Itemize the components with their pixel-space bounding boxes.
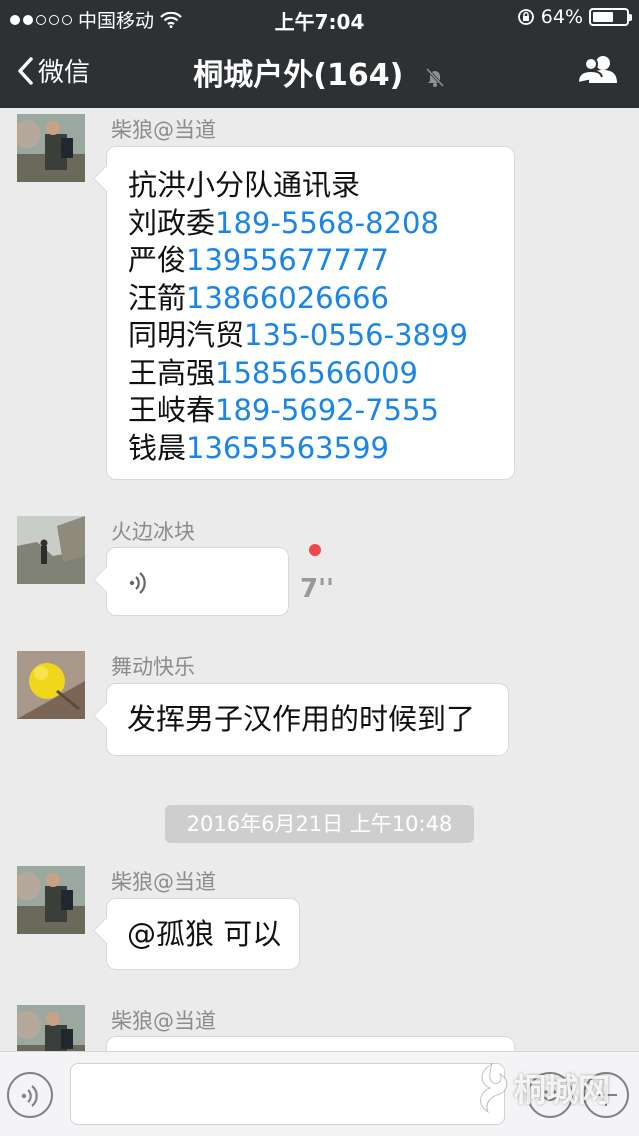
avatar[interactable] (17, 1005, 85, 1051)
sender-name: 柴狼@当道 (111, 870, 216, 894)
contact-line: 抗洪小分队通讯录 (128, 168, 361, 202)
sender-name: 舞动快乐 (111, 655, 195, 679)
watermark-logo-icon (480, 1062, 508, 1114)
message-bubble[interactable] (106, 1036, 515, 1051)
voice-message-bubble[interactable] (106, 547, 289, 616)
rotation-lock-icon (517, 9, 534, 25)
message-input[interactable] (70, 1063, 505, 1125)
message-bubble[interactable]: 发挥男子汉作用的时候到了 (106, 683, 509, 756)
phone-link[interactable]: 135-0556-3899 (244, 318, 468, 352)
contact-list-text: 抗洪小分队通讯录 刘政委189-5568-8208 严俊13955677777 … (107, 147, 514, 467)
avatar-photo (17, 114, 85, 182)
contact-line: 王岐春189-5692-7555 (128, 393, 439, 427)
group-members-button[interactable] (577, 54, 619, 88)
voice-icon (21, 1085, 38, 1107)
contact-line: 王高强15856566009 (128, 355, 418, 390)
avatar[interactable] (17, 866, 85, 934)
sender-name: 柴狼@当道 (111, 118, 216, 142)
phone-link[interactable]: 15856566009 (215, 356, 418, 390)
message-bubble[interactable]: @孤狼 可以 (106, 898, 300, 970)
phone-link[interactable]: 13655563599 (186, 431, 389, 465)
contact-line: 严俊13955677777 (128, 243, 389, 277)
phone-link[interactable]: 13866026666 (186, 281, 389, 315)
voice-wave-icon (129, 572, 146, 594)
voice-duration: 7'' (300, 574, 335, 604)
mute-bell-icon (425, 67, 444, 87)
chat-title: 桐城户外(164) (0, 50, 639, 94)
chat-area[interactable]: 柴狼@当道 抗洪小分队通讯录 刘政委189-5568-8208 严俊139556… (0, 108, 639, 1051)
nav-bar: 微信 桐城户外(164) (0, 34, 639, 108)
contact-line: 汪箭13866026666 (128, 280, 389, 315)
voice-input-button[interactable] (7, 1072, 53, 1118)
avatar-photo (17, 866, 85, 934)
chat-title-text: 桐城户外(164) (193, 58, 404, 93)
avatar[interactable] (17, 516, 85, 584)
battery-percent: 64% (540, 6, 583, 28)
contact-line: 刘政委189-5568-8208 (128, 205, 439, 240)
top-bar: 中国移动 上午7:04 64% 微信 桐城户外(164) (0, 0, 639, 108)
contact-line: 同明汽贸135-0556-3899 (128, 318, 468, 352)
status-bar: 中国移动 上午7:04 64% (0, 0, 639, 34)
avatar[interactable] (17, 651, 85, 719)
message-text: @孤狼 可以 (127, 917, 282, 951)
message-text: 发挥男子汉作用的时候到了 (127, 702, 476, 736)
avatar-photo (17, 1005, 85, 1051)
timestamp-label: 2016年6月21日 上午10:48 (165, 805, 474, 843)
sender-name: 柴狼@当道 (111, 1009, 216, 1033)
avatar[interactable] (17, 114, 85, 182)
avatar-photo (17, 516, 85, 584)
sender-name: 火边冰块 (111, 520, 195, 544)
watermark-text: 桐城网 (514, 1071, 611, 1109)
contact-line: 钱晨13655563599 (128, 430, 389, 465)
message-bubble[interactable]: 抗洪小分队通讯录 刘政委189-5568-8208 严俊13955677777 … (106, 146, 515, 480)
avatar-photo (17, 651, 85, 719)
unread-dot (309, 544, 321, 556)
phone-link[interactable]: 189-5692-7555 (215, 393, 439, 427)
phone-link[interactable]: 189-5568-8208 (215, 206, 439, 240)
group-members-icon (577, 56, 617, 83)
phone-link[interactable]: 13955677777 (186, 243, 389, 277)
battery-icon (589, 8, 632, 26)
battery-group: 64% (517, 6, 632, 28)
watermark: 桐城网 (470, 1053, 610, 1123)
